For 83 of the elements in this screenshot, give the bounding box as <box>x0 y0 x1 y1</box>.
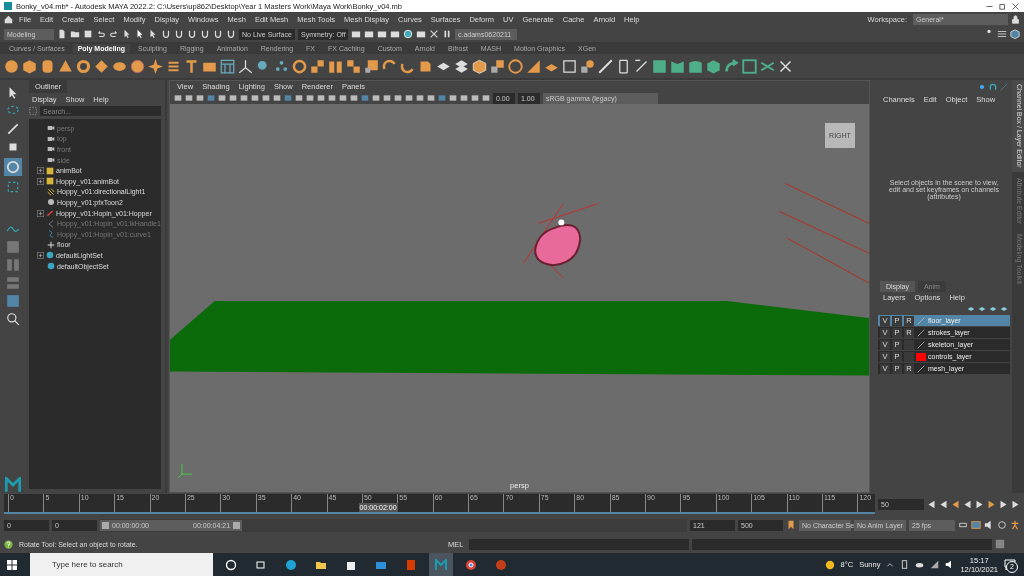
diamond-icon[interactable] <box>94 58 109 74</box>
wifi-icon[interactable] <box>930 560 940 569</box>
letter-icon[interactable] <box>184 58 199 74</box>
windows-logo-icon[interactable] <box>6 558 18 571</box>
help-icon[interactable] <box>4 539 13 549</box>
rotate-icon[interactable] <box>5 160 20 174</box>
search-icon[interactable] <box>5 312 20 326</box>
step-back-icon[interactable] <box>939 499 948 509</box>
joint-icon <box>46 209 54 218</box>
command-field[interactable] <box>469 538 690 550</box>
dots-icon[interactable] <box>274 58 289 74</box>
play-back-icon[interactable] <box>963 499 972 509</box>
lock-icon[interactable] <box>1011 14 1020 24</box>
axis-icon[interactable] <box>978 83 986 91</box>
save-icon[interactable] <box>83 29 93 39</box>
cross-icon[interactable] <box>778 58 793 74</box>
transform-icon <box>47 240 55 249</box>
browser-icon[interactable] <box>285 558 297 571</box>
range-handle[interactable] <box>102 521 109 529</box>
blocks-icon[interactable] <box>346 58 361 74</box>
cone-icon[interactable] <box>58 58 73 74</box>
key-back-icon[interactable] <box>951 499 960 509</box>
close-icon[interactable] <box>1011 1 1020 11</box>
expand-icon[interactable] <box>37 177 44 185</box>
toon-icon <box>47 198 55 207</box>
slides-icon[interactable] <box>495 558 507 571</box>
folder-icon[interactable] <box>70 29 80 39</box>
scale-icon[interactable] <box>5 180 20 194</box>
list-icon[interactable] <box>997 29 1007 39</box>
running-figure-icon[interactable] <box>1010 520 1020 530</box>
range-handle[interactable] <box>233 521 241 529</box>
range-bar[interactable] <box>100 519 243 531</box>
step-forward-icon[interactable] <box>999 499 1008 509</box>
speaker-icon[interactable] <box>984 520 994 530</box>
home-icon[interactable] <box>4 14 13 24</box>
skip-back-icon[interactable] <box>927 499 936 509</box>
curve-icon <box>47 230 55 239</box>
play-icon[interactable] <box>975 499 984 509</box>
app-logo-icon <box>4 2 12 10</box>
sun-icon <box>824 559 835 570</box>
torus-icon[interactable] <box>76 58 91 74</box>
key-icon[interactable] <box>971 520 981 530</box>
blocks-icon[interactable] <box>364 58 379 74</box>
task-view-icon[interactable] <box>255 558 267 571</box>
magnet-icon[interactable] <box>989 83 997 91</box>
undo-icon[interactable] <box>96 29 106 39</box>
scissors-icon[interactable] <box>429 29 439 39</box>
cloud-icon[interactable] <box>915 560 925 569</box>
pause-icon[interactable] <box>442 29 452 39</box>
handle-icon <box>47 219 55 228</box>
stack-icon[interactable] <box>454 58 469 74</box>
redo-icon[interactable] <box>109 29 119 39</box>
loop-icon[interactable] <box>958 520 968 530</box>
star-icon[interactable] <box>148 58 163 74</box>
shape-icon[interactable] <box>688 58 703 74</box>
gizmo-icon[interactable] <box>238 58 253 74</box>
arrow-icon[interactable] <box>724 58 739 74</box>
brush-icon[interactable] <box>5 122 20 136</box>
expand-icon[interactable] <box>37 251 44 259</box>
cylinder-icon[interactable] <box>40 58 55 74</box>
ball-icon[interactable] <box>130 58 145 74</box>
refresh-icon[interactable] <box>997 520 1007 530</box>
blocks-icon[interactable] <box>310 58 325 74</box>
expand-icon[interactable] <box>37 167 44 175</box>
app-logo-icon <box>4 477 21 493</box>
office-icon[interactable] <box>405 558 417 571</box>
file-icon[interactable] <box>57 29 67 39</box>
chrome-icon[interactable] <box>465 558 477 571</box>
key-forward-icon[interactable] <box>987 499 996 509</box>
knife-icon[interactable] <box>598 58 613 74</box>
caret-icon[interactable] <box>886 560 895 569</box>
blocks-icon[interactable] <box>490 58 505 74</box>
tray-icon[interactable] <box>900 560 910 569</box>
taskbar-search-field[interactable]: Type here to search <box>30 553 213 576</box>
expand-icon[interactable] <box>37 209 44 217</box>
restore-icon[interactable] <box>998 1 1007 11</box>
skip-forward-icon[interactable] <box>1011 499 1020 509</box>
layer-color-swatch[interactable] <box>916 352 926 361</box>
slash-icon[interactable] <box>916 364 926 373</box>
window-icon[interactable] <box>742 58 757 74</box>
wedge-icon[interactable] <box>526 58 541 74</box>
axis-icon <box>177 463 193 479</box>
ring-icon[interactable] <box>292 58 307 74</box>
